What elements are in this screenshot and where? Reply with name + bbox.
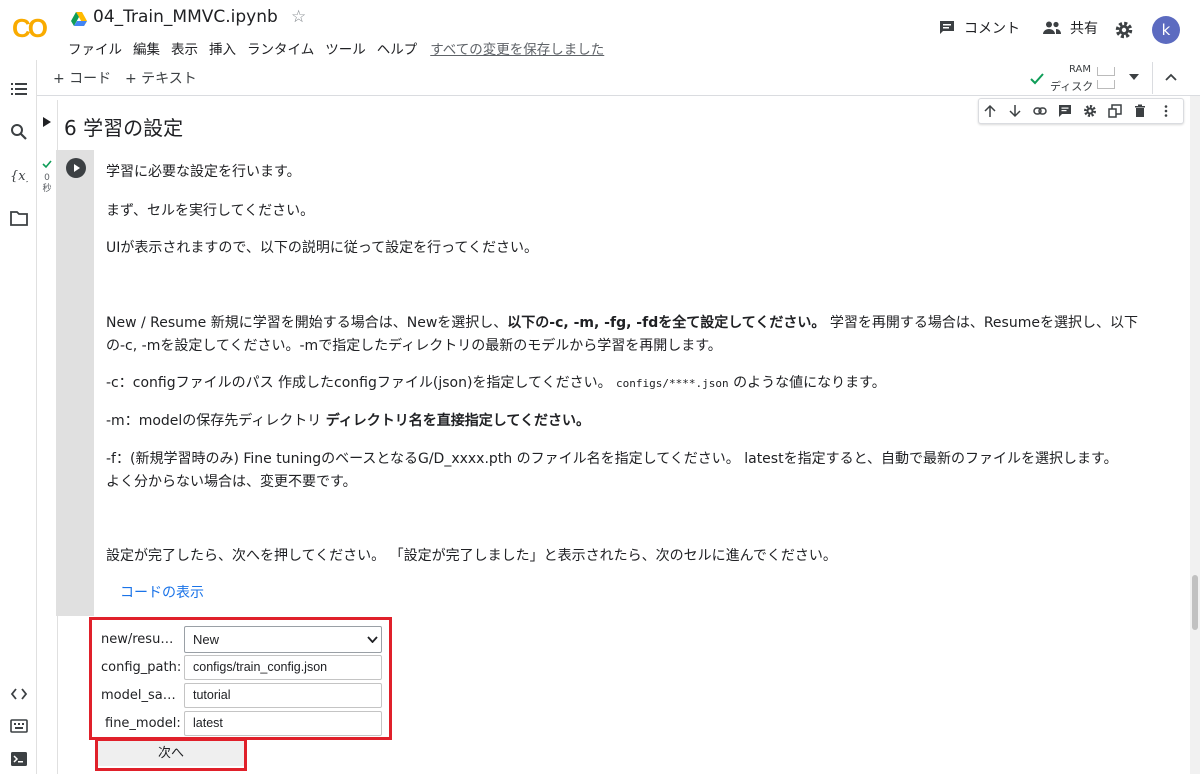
comment-label: コメント bbox=[964, 21, 1020, 37]
gear-icon[interactable] bbox=[1114, 20, 1134, 40]
menu-bar: ファイル 編集 表示 挿入 ランタイム ツール ヘルプ すべての変更を保存しまし… bbox=[68, 38, 615, 58]
text-paragraph: -c：configファイルのパス 作成したconfigファイル(json)を指定… bbox=[106, 372, 886, 395]
check-icon bbox=[1030, 73, 1044, 85]
more-vert-icon[interactable] bbox=[1159, 104, 1173, 118]
text-line: UIが表示されますので、以下の説明に従って設定を行ってください。 bbox=[106, 240, 538, 256]
comment-icon bbox=[940, 21, 954, 34]
terminal-icon[interactable] bbox=[10, 750, 28, 768]
chevron-down-icon bbox=[367, 636, 378, 643]
comment-button[interactable]: コメント bbox=[938, 18, 1020, 38]
menu-edit[interactable]: 編集 bbox=[133, 38, 160, 58]
show-code-link[interactable]: コードの表示 bbox=[120, 582, 204, 602]
text-line: よく分からない場合は、変更不要です。 bbox=[106, 474, 357, 490]
google-drive-icon[interactable] bbox=[71, 12, 87, 26]
svg-text:{x}: {x} bbox=[10, 169, 28, 184]
mode-selected-value: New bbox=[193, 632, 220, 647]
add-text-button[interactable]: + テキスト bbox=[125, 68, 197, 88]
folder-icon[interactable] bbox=[10, 209, 28, 227]
colab-logo[interactable]: CO bbox=[10, 12, 56, 44]
gear-icon[interactable] bbox=[1083, 104, 1097, 118]
text-line: 設定が完了したら、次へを押してください。 「設定が完了しました」と表示されたら、… bbox=[106, 548, 837, 564]
resource-monitor[interactable]: RAM ディスク bbox=[1025, 64, 1139, 93]
logo-text: CO bbox=[12, 13, 48, 43]
next-button[interactable]: 次へ bbox=[98, 741, 244, 766]
move-down-icon[interactable] bbox=[1008, 104, 1022, 118]
text-paragraph: New / Resume 新規に学習を開始する場合は、Newを選択し、以下の-c… bbox=[106, 312, 1138, 335]
text-line: -f：(新規学習時のみ) Fine tuningのベースとなるG/D_xxxx.… bbox=[106, 451, 1118, 467]
menu-file[interactable]: ファイル bbox=[68, 38, 122, 58]
notebook-title[interactable]: 04_Train_MMVC.ipynb bbox=[93, 7, 278, 27]
inline-code: configs/****.json bbox=[616, 377, 729, 390]
disk-meter bbox=[1097, 80, 1115, 89]
cell-toolbar bbox=[978, 98, 1184, 124]
disk-label: ディスク bbox=[1050, 80, 1094, 93]
ram-meter bbox=[1097, 67, 1115, 76]
text-line: 学習に必要な設定を行います。 bbox=[106, 164, 301, 180]
text-span: New / Resume 新規に学習を開始する場合は、Newを選択し、 bbox=[106, 315, 508, 331]
mode-label: new/resu… bbox=[101, 632, 174, 647]
text-span: -c：configファイルのパス 作成したconfigファイル(json)を指定… bbox=[106, 375, 617, 391]
add-code-button[interactable]: + コード bbox=[53, 68, 111, 88]
text-span: -m：modelの保存先ディレクトリ bbox=[106, 413, 326, 429]
exec-time: 0 bbox=[44, 173, 50, 183]
move-up-icon[interactable] bbox=[983, 104, 997, 118]
check-icon bbox=[42, 160, 52, 169]
share-label: 共有 bbox=[1070, 21, 1098, 37]
bold-span: ディレクトリ名を直接指定してください。 bbox=[325, 413, 590, 429]
cell-gutter bbox=[56, 150, 94, 616]
run-cell-button[interactable] bbox=[66, 158, 86, 178]
section-heading: 6 学習の設定 bbox=[64, 116, 184, 140]
left-rail: {x} bbox=[0, 60, 37, 774]
exec-unit: 秒 bbox=[42, 184, 52, 194]
collapse-triangle-icon[interactable] bbox=[43, 117, 51, 127]
avatar[interactable]: k bbox=[1152, 16, 1180, 44]
variables-icon[interactable]: {x} bbox=[10, 166, 28, 184]
mirror-cell-icon[interactable] bbox=[1108, 104, 1122, 118]
menu-view[interactable]: 表示 bbox=[171, 38, 198, 58]
text-line: まず、セルを実行してください。 bbox=[106, 203, 315, 219]
execution-status: 0 秒 bbox=[40, 160, 54, 195]
caret-down-icon[interactable] bbox=[1129, 74, 1139, 80]
text-span: 学習を再開する場合は、Resumeを選択し、以下 bbox=[825, 315, 1138, 331]
share-button[interactable]: 共有 bbox=[1042, 18, 1098, 38]
delete-icon[interactable] bbox=[1133, 104, 1147, 118]
menu-help[interactable]: ヘルプ bbox=[377, 38, 418, 58]
save-status[interactable]: すべての変更を保存しました bbox=[430, 38, 604, 58]
ram-label: RAM bbox=[1069, 64, 1092, 75]
config-path-label: config_path: bbox=[101, 660, 182, 675]
chevron-up-icon[interactable] bbox=[1165, 73, 1177, 81]
menu-insert[interactable]: 挿入 bbox=[209, 38, 236, 58]
code-snippets-icon[interactable] bbox=[10, 685, 28, 703]
text-span: のような値になります。 bbox=[728, 375, 886, 391]
model-save-label: model_sa… bbox=[101, 688, 176, 703]
command-palette-icon[interactable] bbox=[10, 717, 28, 735]
scrollbar-track[interactable] bbox=[1190, 96, 1200, 774]
fine-model-label: fine_model: bbox=[105, 716, 181, 731]
model-save-input[interactable]: tutorial bbox=[184, 683, 382, 708]
fine-model-input[interactable]: latest bbox=[184, 711, 382, 736]
menu-tools[interactable]: ツール bbox=[325, 38, 366, 58]
toolbar-divider bbox=[1152, 62, 1153, 94]
search-icon[interactable] bbox=[10, 123, 28, 141]
scrollbar-thumb[interactable] bbox=[1192, 575, 1198, 630]
mode-select[interactable]: New bbox=[184, 626, 382, 653]
play-icon bbox=[74, 164, 80, 172]
link-icon[interactable] bbox=[1033, 104, 1047, 118]
app-header: CO 04_Train_MMVC.ipynb ☆ ファイル 編集 表示 挿入 ラ… bbox=[0, 0, 1200, 60]
config-path-input[interactable]: configs/train_config.json bbox=[184, 655, 382, 680]
menu-runtime[interactable]: ランタイム bbox=[247, 38, 314, 58]
text-line: の-c, -mを設定してください。-mで指定したディレクトリの最新のモデルから学… bbox=[106, 338, 722, 354]
star-icon[interactable]: ☆ bbox=[291, 7, 306, 27]
bold-span: 以下の-c, -m, -fg, -fdを全て設定してください。 bbox=[507, 315, 826, 331]
comment-icon[interactable] bbox=[1058, 104, 1072, 118]
table-of-contents-icon[interactable] bbox=[10, 80, 28, 98]
text-paragraph: -m：modelの保存先ディレクトリ ディレクトリ名を直接指定してください。 bbox=[106, 410, 590, 433]
people-icon bbox=[1043, 21, 1061, 34]
